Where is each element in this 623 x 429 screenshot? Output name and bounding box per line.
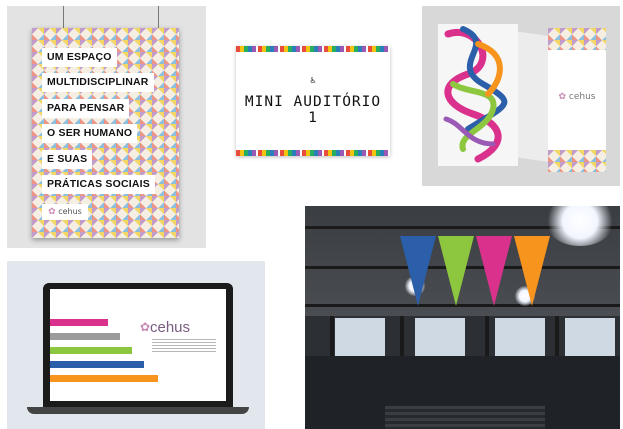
- flower-icon: ✿: [558, 92, 567, 102]
- ribbon-artwork: [443, 26, 508, 163]
- folder-photo: ✿ cehus: [422, 6, 620, 186]
- sign-bottom-band: [236, 150, 390, 156]
- blue-bar: [50, 361, 144, 368]
- banner-shape: [438, 236, 474, 306]
- poster-line: MULTIDISCIPLINAR: [42, 73, 154, 92]
- hanging-wire: [63, 6, 64, 28]
- folder-pattern-bottom: [548, 150, 606, 172]
- poster-line: E SUAS: [42, 150, 93, 169]
- laptop-photo: ✿ cehus: [7, 261, 265, 429]
- hanging-banner: [514, 236, 550, 306]
- folder-middle-panel: [518, 31, 552, 163]
- gray-bar: [50, 333, 120, 340]
- folder-logo-text: cehus: [568, 92, 596, 102]
- poster-photo: UM ESPAÇO MULTIDISCIPLINAR PARA PENSAR O…: [7, 6, 206, 248]
- laptop-base: [27, 407, 249, 414]
- folder-logo: ✿ cehus: [548, 92, 606, 102]
- room-sign: ♿ MINI AUDITÓRIO 1: [236, 46, 390, 156]
- flower-icon: ✿: [48, 207, 56, 217]
- banner-shape: [476, 236, 512, 306]
- banner-shape: [400, 236, 436, 306]
- sign-top-band: [236, 46, 390, 52]
- sign-title: MINI AUDITÓRIO 1: [244, 94, 382, 126]
- poster-line: PARA PENSAR: [42, 99, 130, 118]
- hanging-wire: [158, 6, 159, 28]
- laptop-screen: ✿ cehus: [50, 289, 226, 401]
- skylight: [545, 206, 615, 246]
- poster-logo-text: cehus: [58, 207, 82, 216]
- poster: UM ESPAÇO MULTIDISCIPLINAR PARA PENSAR O…: [32, 28, 179, 238]
- hanging-banner: [476, 236, 512, 306]
- banner-shape: [514, 236, 550, 306]
- green-bar: [50, 347, 132, 354]
- folder-right-panel: ✿ cehus: [548, 28, 606, 172]
- accessibility-icon: ♿: [309, 76, 317, 85]
- hall-photo: [305, 206, 620, 429]
- poster-line: O SER HUMANO: [42, 124, 138, 143]
- orange-bar: [50, 375, 158, 382]
- brand-tagline: [152, 339, 216, 353]
- poster-logo: ✿ cehus: [42, 204, 88, 220]
- hanging-banner: [438, 236, 474, 306]
- folder-left-panel: [438, 24, 518, 166]
- folder-pattern-top: [548, 28, 606, 50]
- screen-brand: cehus: [150, 319, 191, 336]
- flower-icon: ✿: [140, 320, 151, 334]
- poster-line: UM ESPAÇO: [42, 48, 117, 67]
- magenta-bar: [50, 319, 108, 326]
- stairs: [385, 406, 545, 429]
- poster-line: PRÁTICAS SOCIAIS: [42, 175, 155, 194]
- hanging-banner: [400, 236, 436, 306]
